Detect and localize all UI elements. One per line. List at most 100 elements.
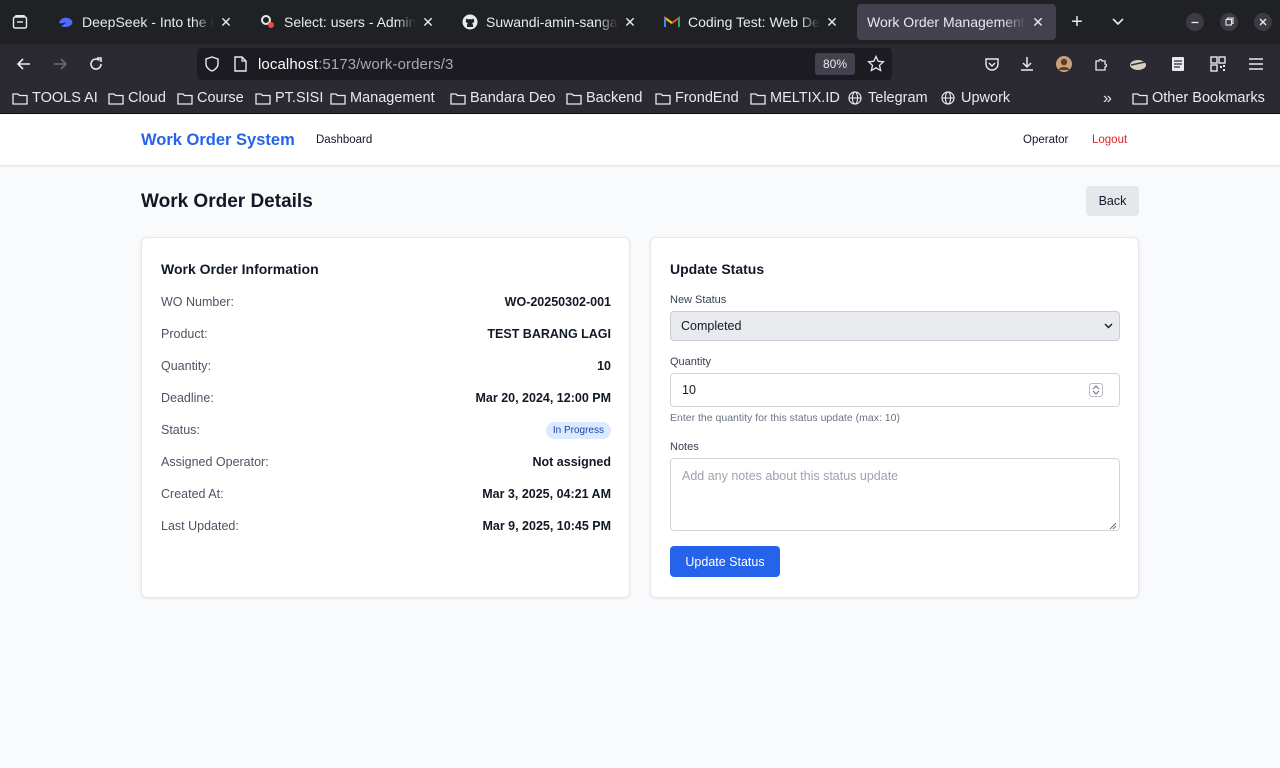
info-row-quantity: Quantity: 10	[161, 357, 611, 375]
resize-handle-icon[interactable]	[1108, 519, 1117, 530]
url-path: :5173/work-orders/3	[318, 56, 454, 73]
brand-link[interactable]: Work Order System	[141, 131, 295, 150]
url-text[interactable]: localhost:5173/work-orders/3	[258, 56, 453, 73]
folder-icon	[108, 91, 124, 105]
new-status-select[interactable]: Completed	[670, 311, 1120, 341]
browser-tab-4[interactable]: Work Order Management ✕	[857, 4, 1056, 40]
close-tab-icon[interactable]: ✕	[824, 14, 840, 31]
browser-tab-2[interactable]: Suwandi-amin-sangaji/ ✕	[452, 4, 648, 40]
notes-textarea[interactable]: Add any notes about this status update	[670, 458, 1120, 531]
status-badge: In Progress	[545, 421, 611, 439]
browser-tab-3[interactable]: Coding Test: Web Developer ✕	[654, 4, 850, 40]
other-bookmarks-folder[interactable]: Other Bookmarks	[1132, 90, 1265, 106]
work-order-info-card: Work Order Information WO Number: WO-202…	[141, 237, 630, 598]
new-tab-icon[interactable]: +	[1067, 11, 1087, 33]
info-value: Mar 3, 2025, 04:21 AM	[482, 487, 611, 501]
info-label: Product:	[161, 327, 208, 341]
qr-code-icon[interactable]	[1208, 54, 1228, 74]
zoom-level-badge[interactable]: 80%	[815, 53, 855, 75]
globe-icon	[848, 91, 864, 105]
hamburger-menu-icon[interactable]	[1246, 54, 1266, 74]
reader-notes-icon[interactable]	[1168, 54, 1188, 74]
browser-tab-0[interactable]: DeepSeek - Into the Unknown ✕	[48, 4, 244, 40]
quantity-label: Quantity	[670, 356, 711, 368]
download-icon[interactable]	[1017, 54, 1037, 74]
more-bookmarks-chevron-icon[interactable]: »	[1103, 90, 1112, 108]
extension-cloud-icon[interactable]	[1128, 54, 1148, 74]
bookmark-folder[interactable]: Course	[177, 90, 244, 106]
card-title: Work Order Information	[161, 261, 319, 277]
bookmark-star-icon[interactable]	[867, 54, 885, 78]
quantity-input[interactable]: 10	[670, 373, 1120, 407]
info-label: Last Updated:	[161, 519, 239, 533]
tab-overview-icon[interactable]	[0, 0, 40, 44]
bookmark-folder[interactable]: Bandara Deo	[450, 90, 555, 106]
quantity-stepper[interactable]	[1089, 383, 1103, 397]
folder-icon	[1132, 91, 1148, 105]
bookmark-label: TOOLS AI	[32, 90, 98, 106]
bookmark-label: Backend	[586, 90, 643, 106]
address-bar[interactable]: localhost:5173/work-orders/3 80%	[197, 48, 892, 80]
info-value: Mar 20, 2024, 12:00 PM	[475, 391, 612, 405]
back-button[interactable]: Back	[1086, 186, 1139, 216]
info-row-status: Status: In Progress	[161, 421, 611, 439]
info-row-product: Product: TEST BARANG LAGI	[161, 325, 611, 343]
bookmark-folder[interactable]: FrondEnd	[655, 90, 739, 106]
bookmark-folder[interactable]: Cloud	[108, 90, 166, 106]
bookmark-folder[interactable]: Management	[330, 90, 435, 106]
bookmark-folder[interactable]: PT.SISI	[255, 90, 323, 106]
info-row-last-updated: Last Updated: Mar 9, 2025, 10:45 PM	[161, 517, 611, 535]
close-window-icon[interactable]	[1253, 12, 1273, 32]
app-header: Work Order System Dashboard Operator Log…	[0, 115, 1280, 166]
logout-link[interactable]: Logout	[1092, 134, 1127, 146]
adminer-icon	[260, 14, 276, 30]
tab-title: Coding Test: Web Developer	[688, 14, 820, 30]
bookmark-link[interactable]: Upwork	[941, 90, 1010, 106]
info-label: Status:	[161, 423, 200, 437]
close-tab-icon[interactable]: ✕	[1030, 14, 1046, 31]
bookmark-folder[interactable]: TOOLS AI	[12, 90, 98, 106]
update-status-card: Update Status New Status Completed Quant…	[650, 237, 1139, 598]
tab-title: DeepSeek - Into the Unknown	[82, 14, 214, 30]
back-arrow-icon[interactable]	[14, 54, 34, 74]
deepseek-whale-icon	[58, 14, 74, 30]
chevron-down-icon	[1103, 320, 1113, 332]
folder-icon	[12, 91, 28, 105]
extensions-puzzle-icon[interactable]	[1091, 54, 1111, 74]
page-title: Work Order Details	[141, 191, 313, 212]
forward-arrow-icon[interactable]	[50, 54, 70, 74]
notes-placeholder: Add any notes about this status update	[682, 469, 899, 483]
quantity-help-text: Enter the quantity for this status updat…	[670, 412, 900, 424]
selected-status-value: Completed	[681, 319, 742, 333]
info-value: WO-20250302-001	[504, 295, 611, 309]
bookmark-folder[interactable]: MELTIX.ID	[750, 90, 840, 106]
tab-title: Work Order Management	[867, 14, 1025, 30]
info-value: Not assigned	[532, 455, 612, 469]
browser-tab-1[interactable]: Select: users - Adminer ✕	[250, 4, 446, 40]
bookmark-link[interactable]: Telegram	[848, 90, 928, 106]
update-status-button[interactable]: Update Status	[670, 546, 780, 577]
info-label: Quantity:	[161, 359, 212, 373]
list-tabs-chevron-icon[interactable]	[1108, 12, 1128, 32]
bookmarks-toolbar: TOOLS AI Cloud Course PT.SISI Management…	[0, 84, 1280, 114]
shield-icon[interactable]	[204, 56, 220, 77]
extension-avatar-icon[interactable]	[1054, 54, 1074, 74]
close-tab-icon[interactable]: ✕	[420, 14, 436, 31]
bookmark-label: Telegram	[868, 90, 928, 106]
info-row-created-at: Created At: Mar 3, 2025, 04:21 AM	[161, 485, 611, 503]
minimize-window-icon[interactable]	[1185, 12, 1205, 32]
reload-icon[interactable]	[86, 54, 106, 74]
info-label: Created At:	[161, 487, 224, 501]
restore-window-icon[interactable]	[1219, 12, 1239, 32]
pocket-icon[interactable]	[982, 54, 1002, 74]
info-row-deadline: Deadline: Mar 20, 2024, 12:00 PM	[161, 389, 611, 407]
folder-icon	[330, 91, 346, 105]
nav-dashboard-link[interactable]: Dashboard	[316, 134, 372, 146]
browser-tab-bar: DeepSeek - Into the Unknown ✕ Select: us…	[0, 0, 1280, 44]
page-info-icon[interactable]	[233, 56, 247, 77]
close-tab-icon[interactable]: ✕	[218, 14, 234, 31]
github-icon	[462, 14, 478, 30]
close-tab-icon[interactable]: ✕	[622, 14, 638, 31]
bookmark-folder[interactable]: Backend	[566, 90, 642, 106]
info-label: Deadline:	[161, 391, 214, 405]
